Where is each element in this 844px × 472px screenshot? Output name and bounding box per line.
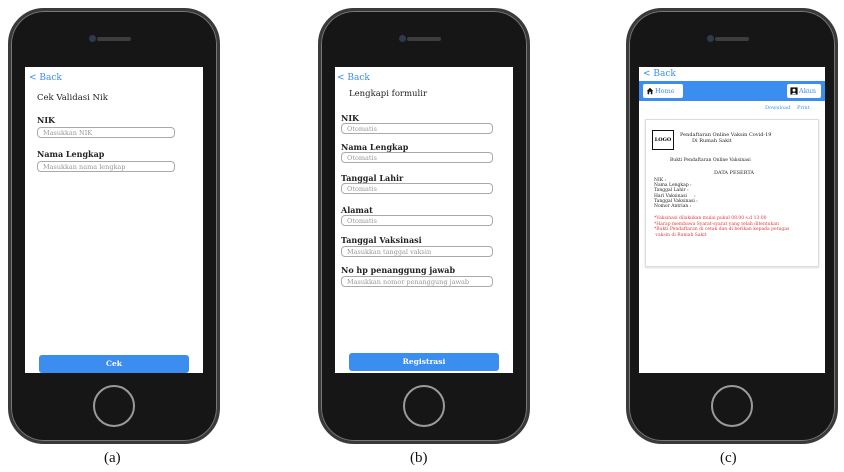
camera [399, 35, 406, 42]
akun-nav-button[interactable]: Akun [787, 84, 821, 98]
print-link[interactable]: Print [797, 105, 810, 111]
nik-input[interactable]: Otomatis [341, 123, 493, 134]
download-link[interactable]: Download [765, 105, 790, 111]
page-title: Lengkapi formulir [349, 89, 428, 99]
back-link[interactable]: < Back [29, 73, 62, 83]
card-subheading: Bukti Pendaftaran Online Vaksinasi [670, 158, 751, 163]
screen-a: < Back Cek Validasi Nik NIK Masukkan NIK… [25, 67, 203, 373]
nama-input[interactable]: Otomatis [341, 152, 493, 163]
phone-c: < Back Home Akun Download Print LOGO Pen… [626, 8, 838, 444]
back-link[interactable]: < Back [643, 69, 676, 79]
caption-c: (c) [720, 450, 737, 466]
tanggal-vaksinasi-label: Tanggal Vaksinasi [341, 235, 422, 245]
screen-b: < Back Lengkapi formulir NIK Otomatis Na… [335, 67, 513, 373]
page-title: Cek Validasi Nik [37, 93, 108, 103]
phone-a: < Back Cek Validasi Nik NIK Masukkan NIK… [8, 8, 220, 444]
home-button[interactable] [403, 385, 445, 427]
camera [89, 35, 96, 42]
registrasi-button[interactable]: Registrasi [349, 353, 499, 371]
speaker [97, 37, 131, 41]
speaker [407, 37, 441, 41]
camera [707, 35, 714, 42]
tanggal-lahir-input[interactable]: Otomatis [341, 183, 493, 194]
tanggal-lahir-label: Tanggal Lahir [341, 173, 404, 183]
nik-input[interactable]: Masukkan NIK [37, 127, 175, 138]
screen-c: < Back Home Akun Download Print LOGO Pen… [639, 67, 825, 373]
nik-label: NIK [37, 115, 56, 125]
speaker [715, 37, 749, 41]
nik-label: NIK [341, 113, 360, 123]
home-label: Home [655, 87, 675, 95]
cek-button[interactable]: Cek [39, 355, 189, 373]
registration-proof-card: LOGO Pendaftaran Online Vaksin Covid-19 … [645, 119, 819, 267]
home-nav-button[interactable]: Home [643, 84, 683, 98]
data-rows: NIK : Nama Lengkap : Tanggal Lahir : Har… [654, 178, 698, 210]
nama-label: Nama Lengkap [341, 142, 409, 152]
top-navbar: Home Akun [639, 81, 825, 101]
no-hp-input[interactable]: Masukkan nomor penanggung jawab [341, 276, 493, 287]
akun-label: Akun [799, 87, 817, 95]
notes: *Vaksinasi dilakukan mulai pukul 08.00 s… [654, 216, 790, 238]
nama-label: Nama Lengkap [37, 149, 105, 159]
alamat-label: Alamat [341, 205, 373, 215]
home-button[interactable] [711, 385, 753, 427]
phone-b: < Back Lengkapi formulir NIK Otomatis Na… [318, 8, 530, 444]
card-heading: Pendaftaran Online Vaksin Covid-19 Di Ru… [680, 132, 772, 144]
data-title: DATA PESERTA [714, 170, 755, 176]
alamat-input[interactable]: Otomatis [341, 215, 493, 226]
tanggal-vaksinasi-input[interactable]: Masukkan tanggal vaksin [341, 246, 493, 257]
no-hp-label: No hp penanggung jawab [341, 265, 456, 275]
logo: LOGO [652, 130, 674, 150]
caption-b: (b) [410, 450, 428, 466]
home-button[interactable] [93, 385, 135, 427]
user-icon [790, 87, 798, 95]
back-link[interactable]: < Back [337, 73, 370, 83]
home-icon [646, 87, 654, 95]
nama-input[interactable]: Masukkan nama lengkap [37, 161, 175, 172]
caption-a: (a) [104, 450, 121, 466]
